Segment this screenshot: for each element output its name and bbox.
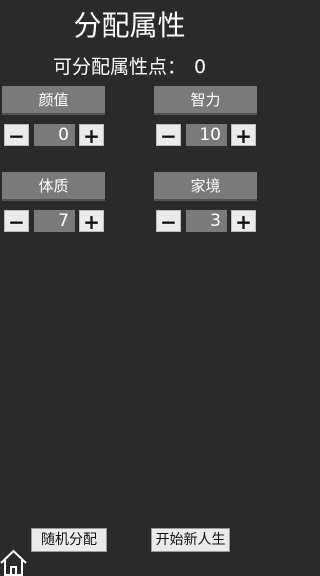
- attribute-stepper: − 10 +: [154, 124, 257, 147]
- attribute-value: 10: [186, 124, 227, 146]
- attribute-family: 家境 − 3 +: [154, 172, 257, 233]
- attribute-intelligence: 智力 − 10 +: [154, 86, 257, 147]
- attribute-stepper: − 7 +: [2, 210, 105, 233]
- decrease-button[interactable]: −: [156, 124, 181, 147]
- page-title: 分配属性: [73, 9, 186, 42]
- attribute-label: 体质: [2, 172, 105, 201]
- attribute-stepper: − 0 +: [2, 124, 105, 147]
- attribute-value: 0: [34, 124, 75, 146]
- decrease-button[interactable]: −: [156, 210, 181, 233]
- points-value: 0: [193, 56, 207, 78]
- increase-button[interactable]: +: [231, 124, 256, 147]
- random-allocate-button[interactable]: 随机分配: [31, 528, 107, 552]
- attribute-stepper: − 3 +: [154, 210, 257, 233]
- attribute-label: 颜值: [2, 86, 105, 115]
- attribute-allocation-screen: 分配属性 可分配属性点： 0 颜值 − 0 + 智力 − 10 + 体质 − 7 …: [0, 0, 259, 576]
- increase-button[interactable]: +: [231, 210, 256, 233]
- attribute-label: 家境: [154, 172, 257, 201]
- available-points: 可分配属性点： 0: [0, 54, 259, 80]
- points-label: 可分配属性点：: [52, 56, 186, 78]
- attribute-constitution: 体质 − 7 +: [2, 172, 105, 233]
- attribute-value: 3: [186, 210, 227, 232]
- home-icon[interactable]: [0, 548, 27, 576]
- attribute-charm: 颜值 − 0 +: [2, 86, 105, 147]
- attribute-label: 智力: [154, 86, 257, 115]
- decrease-button[interactable]: −: [4, 124, 29, 147]
- start-new-life-button[interactable]: 开始新人生: [151, 528, 230, 552]
- decrease-button[interactable]: −: [4, 210, 29, 233]
- increase-button[interactable]: +: [79, 210, 104, 233]
- attribute-value: 7: [34, 210, 75, 232]
- increase-button[interactable]: +: [79, 124, 104, 147]
